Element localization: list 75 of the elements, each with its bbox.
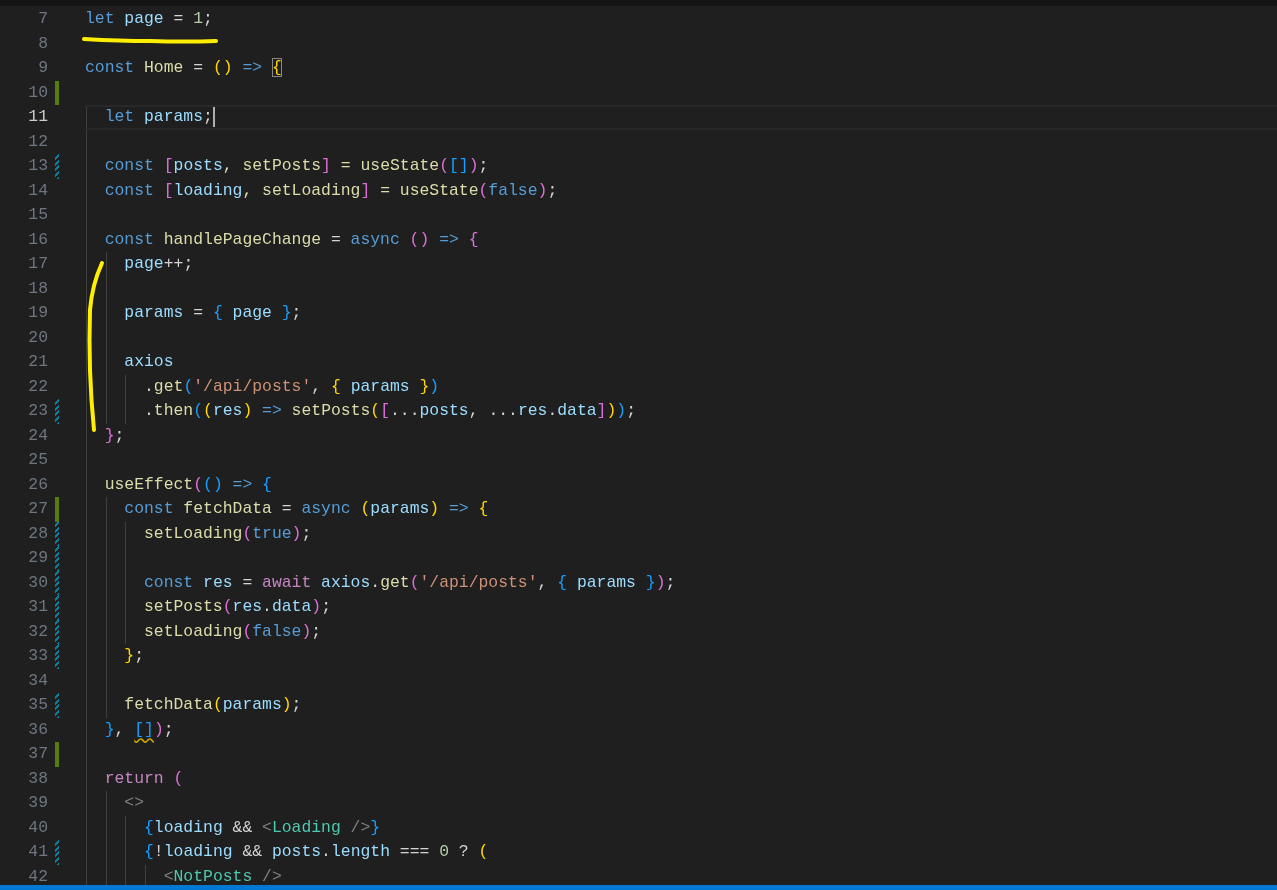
change-marker[interactable] [55,546,59,571]
line-number: 21 [27,354,48,371]
change-marker[interactable] [55,497,59,522]
code-line: <NotPosts /> [162,868,282,885]
code-line: return ( [103,770,184,787]
code-line: .then((res) => setPosts([...posts, ...res.data])); [143,403,636,420]
line-number: 37 [27,746,48,763]
line-number: 23 [27,403,48,420]
line-number: 20 [27,329,48,346]
change-marker[interactable] [55,80,59,105]
code-line: let params; [103,109,213,126]
line-number: 15 [27,207,48,224]
line-number: 24 [27,427,48,444]
line-number: 38 [27,770,48,787]
line-number: 35 [27,697,48,714]
line-number: 30 [27,574,48,591]
line-number: 9 [37,60,48,77]
code-line: }; [103,427,125,444]
code-line: const handlePageChange = async () => { [103,231,479,248]
change-marker[interactable] [55,619,59,644]
line-number: 18 [27,280,48,297]
line-number: 17 [27,256,48,273]
code-line: axios [123,354,174,371]
code-line: <> [123,795,145,812]
line-number: 22 [27,378,48,395]
code-line: {!loading && posts.length === 0 ? ( [143,844,489,861]
code-line: const fetchData = async (params) => { [123,501,489,518]
code-line: setLoading(false); [143,623,322,640]
change-marker[interactable] [55,693,59,718]
line-number: 12 [27,133,48,150]
line-number: 11 [27,109,48,126]
code-line: const [loading, setLoading] = useState(false); [103,182,558,199]
change-marker[interactable] [55,595,59,620]
code-line: setPosts(res.data); [143,599,331,616]
code-line: useEffect(() => { [103,476,272,493]
change-marker[interactable] [55,570,59,595]
code-line: }, []); [103,721,174,738]
code-line: const Home = () => { [85,60,282,77]
line-number: 29 [27,550,48,567]
change-marker[interactable] [55,399,59,424]
code-line: .get('/api/posts', { params }) [143,378,440,395]
line-number: 33 [27,648,48,665]
line-number: 28 [27,525,48,542]
change-marker[interactable] [55,154,59,179]
change-marker[interactable] [55,840,59,865]
code-line: setLoading(true); [143,525,312,542]
line-number: 41 [27,844,48,861]
code-line: params = { page }; [123,305,302,322]
line-number: 7 [37,11,48,28]
line-number: 8 [37,35,48,52]
code-line: const res = await axios.get('/api/posts', { params }); [143,574,676,591]
line-number: 10 [27,84,48,101]
line-number: 19 [27,305,48,322]
code-line: }; [123,648,145,665]
code-line: page++; [123,256,194,273]
change-marker[interactable] [55,742,59,767]
line-number: 31 [27,599,48,616]
code-line: let page = 1; [85,11,213,28]
line-number: 13 [27,158,48,175]
line-number: 42 [27,868,48,885]
change-marker[interactable] [55,644,59,669]
line-number: 32 [27,623,48,640]
line-number: 26 [27,476,48,493]
line-number: 14 [27,182,48,199]
code-line: const [posts, setPosts] = useState([]); [103,158,489,175]
line-number: 34 [27,672,48,689]
line-number: 25 [27,452,48,469]
change-marker[interactable] [55,521,59,546]
line-number: 40 [27,819,48,836]
code-line: fetchData(params); [123,697,302,714]
line-number: 16 [27,231,48,248]
line-number: 39 [27,795,48,812]
line-number: 36 [27,721,48,738]
line-number: 27 [27,501,48,518]
code-line: {loading && <Loading />} [143,819,381,836]
